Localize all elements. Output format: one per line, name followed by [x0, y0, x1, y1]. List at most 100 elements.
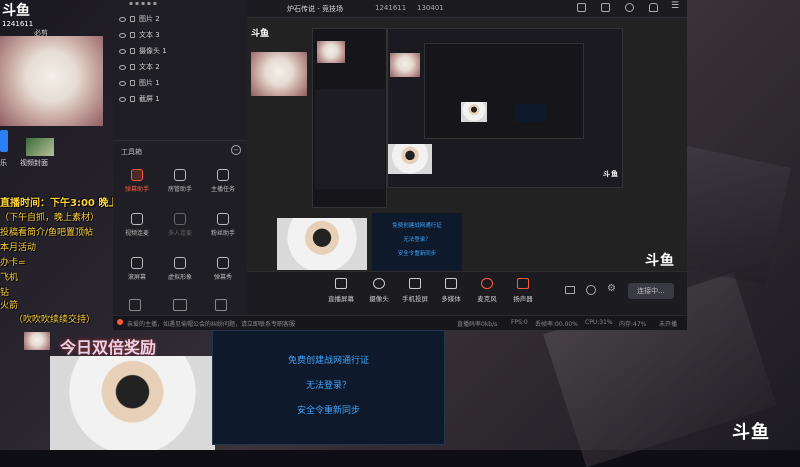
layer-label: 摄像头 1 — [139, 47, 167, 55]
more-tool-icon[interactable] — [129, 299, 141, 311]
record-icon[interactable] — [565, 286, 575, 294]
tool-danmu-show[interactable]: 弹幕秀 — [203, 257, 243, 281]
lock-icon[interactable] — [130, 96, 135, 102]
microphone-icon — [481, 278, 493, 289]
toolbox-panel: 工具箱 − 弹幕助手 房管助手 主播任务 视频连麦 多人连麦 粉丝助手 滚屏幕 … — [113, 140, 247, 330]
app-title-bar: 炉石传说 - 竞技场 1241611 130401 ☰ — [247, 0, 687, 18]
link-authenticator-sync[interactable]: 安全令重新同步 — [213, 403, 444, 416]
layer-label: 图片 2 — [139, 15, 160, 23]
room-id: 1241611 — [375, 4, 407, 12]
eye-icon[interactable] — [119, 48, 126, 54]
display-icon — [217, 257, 229, 269]
battlenet-info-panel: 免费创建战网通行证 无法登录？ 安全令重新同步 — [212, 330, 445, 445]
layer-item[interactable]: 文本 2 — [119, 60, 160, 74]
tool-host-task[interactable]: 主播任务 — [203, 169, 243, 193]
phone-icon — [409, 278, 421, 289]
schedule-line: （下午自抓，晚上素材） — [0, 213, 100, 223]
source-label: 摄像头 — [369, 295, 389, 303]
link-create-account[interactable]: 免费创建战网通行证 — [213, 353, 444, 366]
bell-icon[interactable] — [649, 3, 658, 12]
source-label: 多媒体 — [441, 295, 461, 303]
follower-count: 130401 — [417, 4, 444, 12]
lock-icon[interactable] — [130, 80, 135, 86]
lock-icon[interactable] — [130, 16, 135, 22]
video-cover-icon[interactable] — [26, 138, 54, 156]
tool-scroll-screen[interactable]: 滚屏幕 — [117, 257, 157, 281]
double-reward-banner: 今日双倍奖励 — [60, 338, 157, 357]
nested-toolbox — [315, 89, 385, 189]
tool-label: 房管助手 — [167, 186, 192, 193]
source-screen-button[interactable]: 直播屏幕 — [323, 278, 359, 303]
layer-item[interactable]: 截屏 1 — [119, 92, 160, 106]
tool-fan-assistant[interactable]: 粉丝助手 — [203, 213, 243, 237]
stream-title[interactable]: 炉石传说 - 竞技场 — [287, 4, 343, 14]
shield-icon — [174, 169, 186, 181]
user-icon[interactable] — [625, 3, 634, 12]
source-camera-button[interactable]: 摄像头 — [361, 278, 397, 303]
layer-item[interactable]: 图片 1 — [119, 76, 160, 90]
source-label: 麦克风 — [477, 295, 497, 303]
more-tool-icon[interactable] — [215, 299, 227, 311]
eye-icon[interactable] — [119, 64, 126, 70]
source-media-button[interactable]: 多媒体 — [433, 278, 469, 303]
lock-icon[interactable] — [130, 48, 135, 54]
tool-multi-link[interactable]: 多人连麦 — [160, 213, 200, 237]
layer-label: 图片 1 — [139, 79, 160, 87]
tool-label: 弹幕助手 — [124, 186, 149, 193]
layer-label: 截屏 1 — [139, 95, 160, 103]
nested-webcam — [461, 102, 487, 122]
collapse-icon[interactable]: − — [231, 145, 241, 155]
layer-item[interactable]: 摄像头 1 — [119, 44, 167, 58]
schedule-line: （吹吹吹续续交持） — [14, 315, 96, 325]
tool-label: 弹幕秀 — [213, 274, 232, 281]
status-notice[interactable]: 亲爱的主播，如遇见偷帽公会的纠纷问题，请立即联系专职客服 — [127, 319, 295, 328]
preview-cat — [251, 52, 307, 96]
room-number: 1241611 — [2, 20, 34, 28]
layer-item[interactable]: 图片 2 — [119, 12, 160, 26]
chat-icon — [131, 169, 143, 181]
app-icon[interactable] — [0, 130, 8, 152]
layer-item[interactable]: 文本 3 — [119, 28, 160, 42]
nested-preview-large: 斗鱼 — [387, 28, 623, 188]
source-label: 扬声器 — [513, 295, 533, 303]
eye-icon[interactable] — [119, 16, 126, 22]
group-icon — [174, 213, 186, 225]
nested-watermark: 斗鱼 — [603, 170, 619, 178]
toolbox-title: 工具箱 — [121, 148, 142, 156]
avatar-icon — [174, 257, 186, 269]
eye-icon[interactable] — [119, 32, 126, 38]
eye-icon[interactable] — [586, 285, 596, 295]
microphone-button[interactable]: 麦克风 — [469, 278, 505, 303]
tool-danmu-assistant[interactable]: 弹幕助手 — [117, 169, 157, 193]
start-stream-button[interactable]: 连接中... — [628, 283, 674, 299]
menu-icon[interactable]: ☰ — [671, 1, 679, 11]
status-drop-rate: 丢帧率:00.00% — [535, 321, 578, 328]
nested-preview — [312, 28, 387, 208]
tool-virtual-avatar[interactable]: 虚拟形象 — [160, 257, 200, 281]
camera-icon — [373, 278, 385, 289]
preview-link: 安全令重新同步 — [397, 251, 437, 257]
gear-icon[interactable]: ⚙ — [607, 283, 616, 294]
more-tool-icon[interactable] — [173, 299, 187, 311]
link-login-problem[interactable]: 无法登录？ — [213, 378, 444, 391]
tool-label: 虚拟形象 — [167, 274, 192, 281]
window-icon[interactable] — [577, 3, 586, 12]
lock-icon[interactable] — [601, 3, 610, 12]
lock-icon[interactable] — [130, 32, 135, 38]
tool-video-link[interactable]: 视频连麦 — [117, 213, 157, 237]
schedule-line: 火箭 — [0, 301, 19, 311]
eye-icon[interactable] — [119, 96, 126, 102]
preview-link: 无法登录？ — [403, 237, 431, 243]
tool-room-manager[interactable]: 房管助手 — [160, 169, 200, 193]
eye-icon[interactable] — [119, 80, 126, 86]
nested-cat — [390, 53, 420, 77]
notice-icon — [117, 319, 123, 325]
source-phone-button[interactable]: 手机投屏 — [397, 278, 433, 303]
speaker-button[interactable]: 扬声器 — [505, 278, 541, 303]
preview-webcam — [277, 218, 367, 270]
lock-icon[interactable] — [130, 64, 135, 70]
schedule-line: 钻 — [0, 288, 10, 298]
tool-label: 滚屏幕 — [127, 274, 146, 281]
play-icon — [445, 278, 457, 289]
nested-info — [515, 104, 545, 122]
